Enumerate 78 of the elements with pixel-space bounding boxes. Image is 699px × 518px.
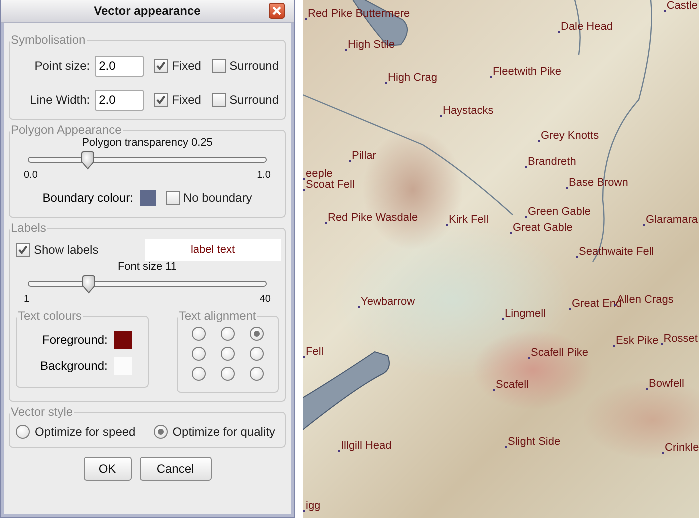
peak-label: Great Gable (510, 222, 573, 235)
colour-swatch[interactable] (140, 190, 156, 206)
peak-label: Esk Pike (613, 335, 659, 348)
alignment-radio[interactable] (192, 327, 206, 341)
relief-map[interactable] (303, 0, 699, 518)
peak-label: Haystacks (440, 105, 494, 118)
field-label: Line Width: (29, 93, 92, 107)
surround-checkbox[interactable]: Surround (212, 59, 279, 73)
show-labels-checkbox[interactable]: Show labels (16, 243, 99, 257)
field-label: Boundary colour: (42, 191, 134, 205)
slider-min-label: 0.0 (24, 170, 38, 181)
peak-label: Scoat Fell (303, 179, 355, 192)
slider-thumb[interactable] (81, 275, 98, 294)
group-title: Vector style (10, 405, 74, 419)
colour-swatch[interactable] (114, 331, 132, 349)
checkmark-icon (156, 95, 166, 105)
peak-label: Fleetwith Pike (490, 66, 562, 79)
peak-label: Illgill Head (338, 440, 392, 453)
alignment-radio[interactable] (192, 347, 206, 361)
optimize-radio[interactable]: Optimize for speed (16, 425, 136, 439)
group-title: Labels (10, 221, 48, 235)
window-title: Vector appearance (94, 4, 201, 18)
peak-label: Yewbarrow (358, 296, 416, 309)
alignment-radio[interactable] (220, 367, 235, 381)
alignment-radio[interactable] (250, 367, 264, 381)
peak-label: Brandreth (525, 156, 576, 169)
field-label: Background: (40, 359, 108, 373)
group-title: Text colours (17, 309, 84, 323)
slider-max-label: 40 (260, 294, 271, 305)
slider-caption: Font size 11 (118, 261, 178, 273)
slider-max-label: 1.0 (257, 170, 271, 181)
peak-label: Castle (664, 0, 698, 13)
cancel-button[interactable]: Cancel (140, 457, 212, 481)
checkmark-icon (156, 61, 166, 71)
surround-checkbox[interactable]: Surround (212, 93, 279, 107)
peak-label: Lingmell (502, 308, 546, 321)
label-preview: label text (145, 239, 281, 261)
peak-label: Grey Knotts (538, 130, 600, 143)
close-icon[interactable] (269, 3, 285, 19)
fixed-checkbox[interactable]: Fixed (154, 59, 202, 73)
slider-caption: Polygon transparency 0.25 (82, 137, 213, 149)
slider-track[interactable] (28, 151, 267, 170)
field-label: Point size: (34, 59, 92, 73)
peak-label: Glaramara (643, 214, 698, 227)
peak-label: High Crag (385, 72, 438, 85)
ok-button[interactable]: OK (84, 457, 132, 481)
peak-label: Pillar (349, 150, 376, 163)
alignment-radio[interactable] (192, 367, 206, 381)
group-title: Symbolisation (10, 33, 87, 47)
field-label: Foreground: (42, 333, 108, 347)
slider-thumb[interactable] (80, 151, 96, 170)
number-field[interactable]: 2.0 (95, 90, 144, 110)
number-field[interactable]: 2.0 (95, 56, 144, 76)
peak-label: Crinkle (662, 442, 699, 455)
optimize-radio[interactable]: Optimize for quality (154, 425, 276, 439)
peak-label: Kirk Fell (446, 214, 489, 227)
peak-label: Green Gable (525, 206, 591, 219)
peak-label: Red Pike Wasdale (325, 212, 418, 225)
peak-label: Scafell Pike (528, 347, 588, 360)
slider-min-label: 1 (24, 294, 30, 305)
alignment-radio[interactable] (250, 327, 264, 341)
peak-label: eeple (303, 168, 333, 181)
alignment-radio[interactable] (220, 327, 235, 341)
peak-label: Slight Side (505, 436, 561, 449)
peak-label: Scafell (493, 379, 530, 392)
alignment-radio[interactable] (250, 347, 264, 361)
group-title: Text alignment (178, 309, 258, 323)
alignment-radio[interactable] (220, 347, 235, 361)
group-title: Polygon Appearance (10, 123, 123, 137)
slider-track[interactable] (28, 275, 267, 294)
checkmark-icon (18, 245, 28, 255)
peak-label: Fell (303, 346, 324, 359)
peak-label: Bowfell (646, 378, 684, 391)
no-boundary-checkbox[interactable]: No boundary (166, 191, 252, 205)
peak-label: Rosset (660, 333, 698, 346)
peak-label: igg (303, 500, 321, 513)
peak-label: High Stile (345, 39, 396, 52)
fixed-checkbox[interactable]: Fixed (154, 93, 202, 107)
